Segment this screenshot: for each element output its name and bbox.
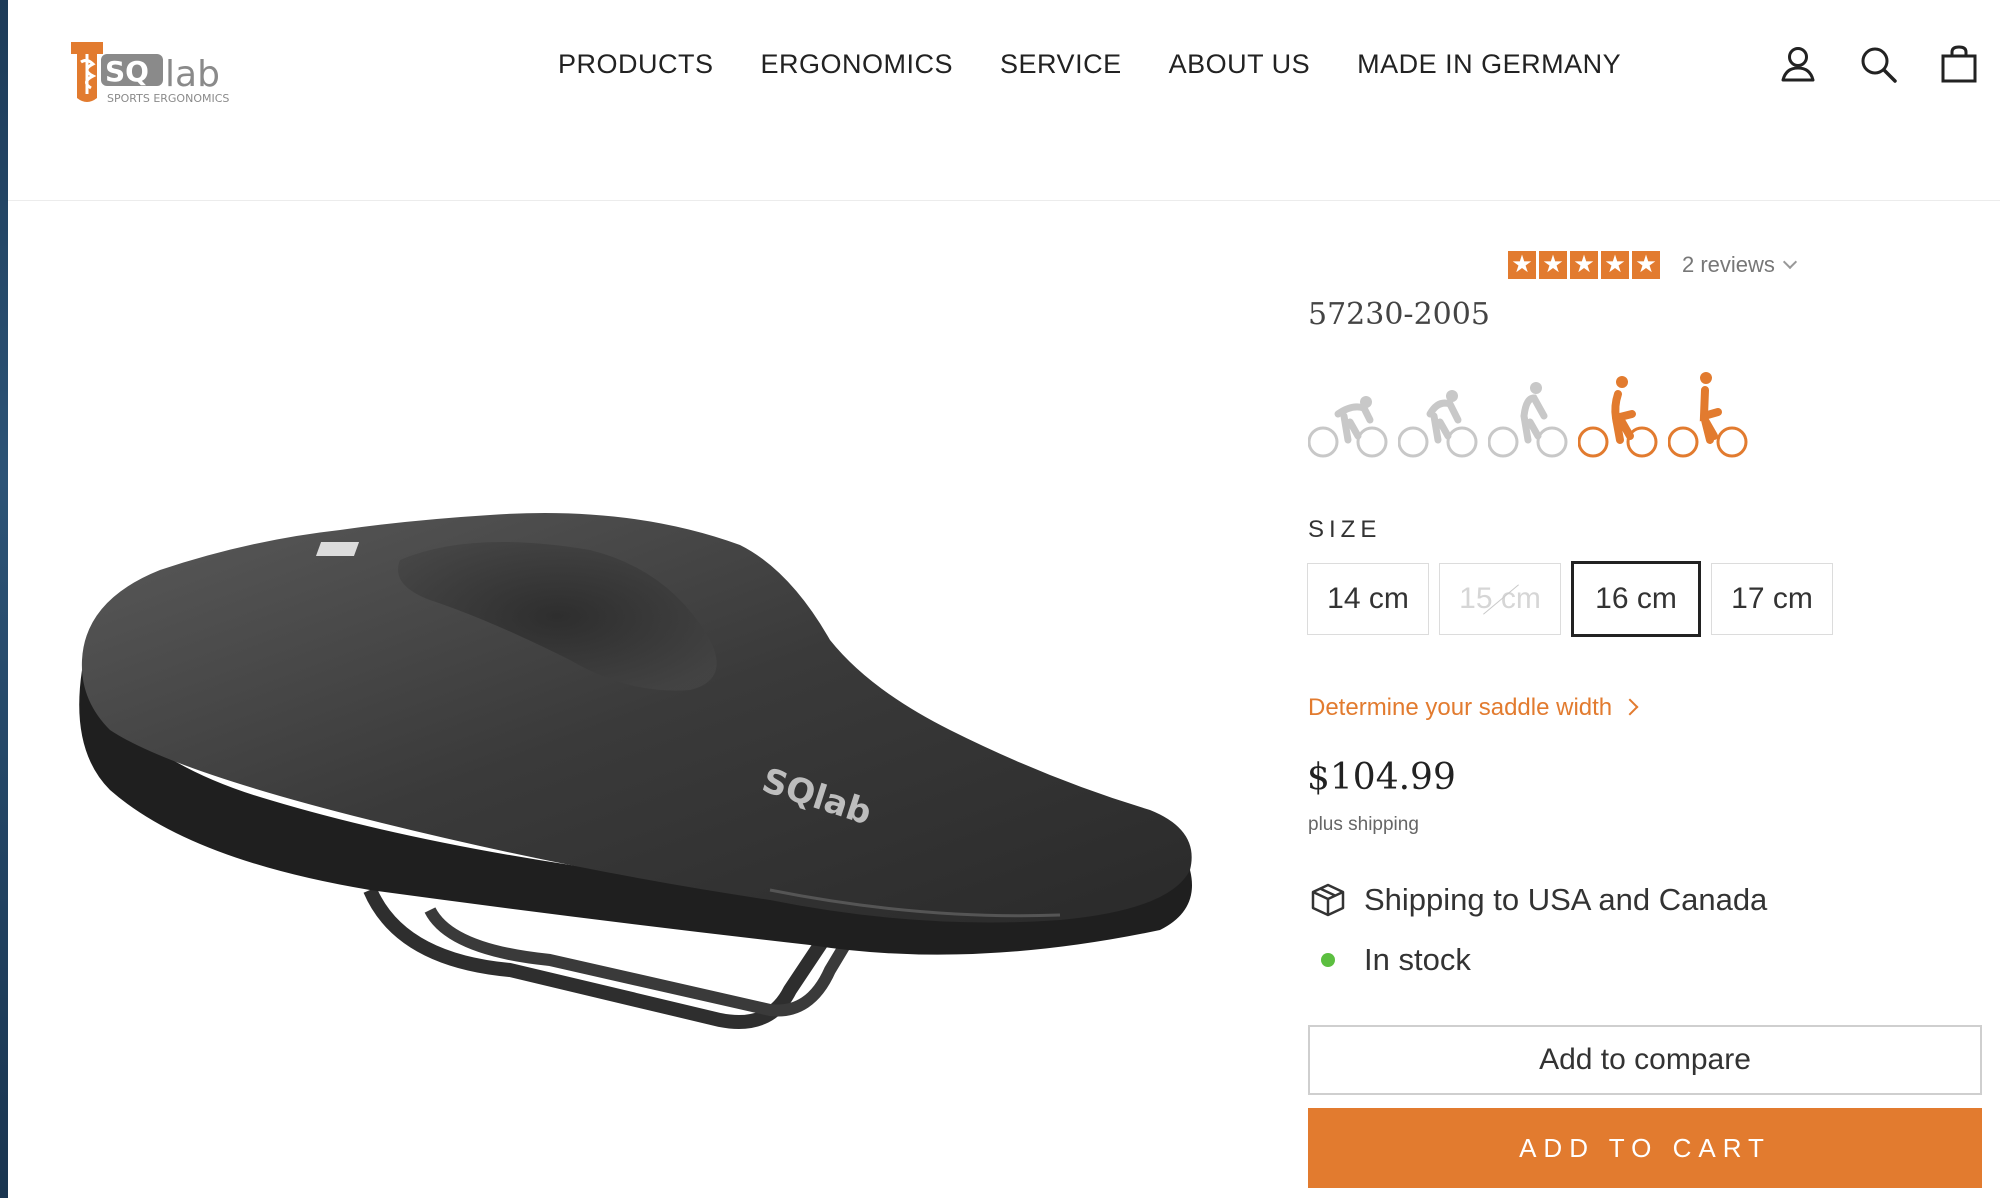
reviews-count: 2 reviews [1682,252,1775,277]
saddle-width-link-text: Determine your saddle width [1308,694,1613,721]
road-sport-rider-icon[interactable] [1397,372,1486,462]
stock-status-row: In stock [1310,942,1471,978]
size-option-14cm[interactable]: 14 cm [1307,563,1429,635]
chevron-down-icon [1782,254,1797,270]
saddle-width-link[interactable]: Determine your saddle width [1308,694,1639,722]
search-icon[interactable] [1858,44,1898,84]
star-icon: ★ [1539,251,1567,279]
main-navigation: PRODUCTS ERGONOMICS SERVICE ABOUT US MAD… [558,44,1621,84]
size-option-17cm[interactable]: 17 cm [1711,563,1833,635]
nav-ergonomics[interactable]: ERGONOMICS [761,49,954,80]
nav-about-us[interactable]: ABOUT US [1169,49,1311,80]
in-stock-indicator-icon [1321,953,1335,967]
city-rider-icon[interactable] [1667,372,1756,462]
account-icon[interactable] [1778,44,1818,84]
product-sku: 57230-2005 [1308,297,1490,332]
svg-text:lab: lab [165,54,220,95]
product-price: $104.99 [1307,757,1456,798]
price-note: plus shipping [1308,814,1419,835]
header-divider [8,200,2000,201]
add-to-compare-button[interactable]: Add to compare [1308,1025,1982,1095]
upright-rider-icon[interactable] [1577,372,1666,462]
size-option-15cm-unavailable[interactable]: 15 cm [1439,563,1561,635]
size-label: SIZE [1308,516,1382,543]
svg-text:SQ: SQ [105,55,149,88]
star-icon: ★ [1632,251,1660,279]
size-selector: 14 cm 15 cm 16 cm 17 cm [1307,561,1833,637]
star-icon: ★ [1601,251,1629,279]
nav-made-in-germany[interactable]: MADE IN GERMANY [1357,49,1621,80]
product-image-saddle[interactable]: SQlab [70,490,1210,1050]
rating-stars[interactable]: ★ ★ ★ ★ ★ [1508,251,1660,279]
nav-service[interactable]: SERVICE [1000,49,1122,80]
riding-position-icons [1307,372,1756,462]
shipping-text: Shipping to USA and Canada [1364,882,1768,917]
cart-icon[interactable] [1939,44,1979,84]
star-icon: ★ [1508,251,1536,279]
chevron-right-icon [1621,698,1639,716]
reviews-dropdown[interactable]: 2 reviews [1682,252,1797,278]
desktop-background-strip [0,0,8,1198]
package-icon [1310,882,1346,918]
size-option-16cm-selected[interactable]: 16 cm [1571,561,1701,637]
touring-rider-icon[interactable] [1487,372,1576,462]
stock-status-text: In stock [1364,942,1471,977]
shipping-info-row: Shipping to USA and Canada [1310,882,1767,918]
svg-text:SPORTS ERGONOMICS: SPORTS ERGONOMICS [107,92,229,105]
nav-products[interactable]: PRODUCTS [558,49,714,80]
sqlab-logo[interactable]: SQ lab SPORTS ERGONOMICS [69,40,239,110]
star-icon: ★ [1570,251,1598,279]
road-aggressive-rider-icon[interactable] [1307,372,1396,462]
add-to-cart-button[interactable]: ADD TO CART [1308,1108,1982,1188]
